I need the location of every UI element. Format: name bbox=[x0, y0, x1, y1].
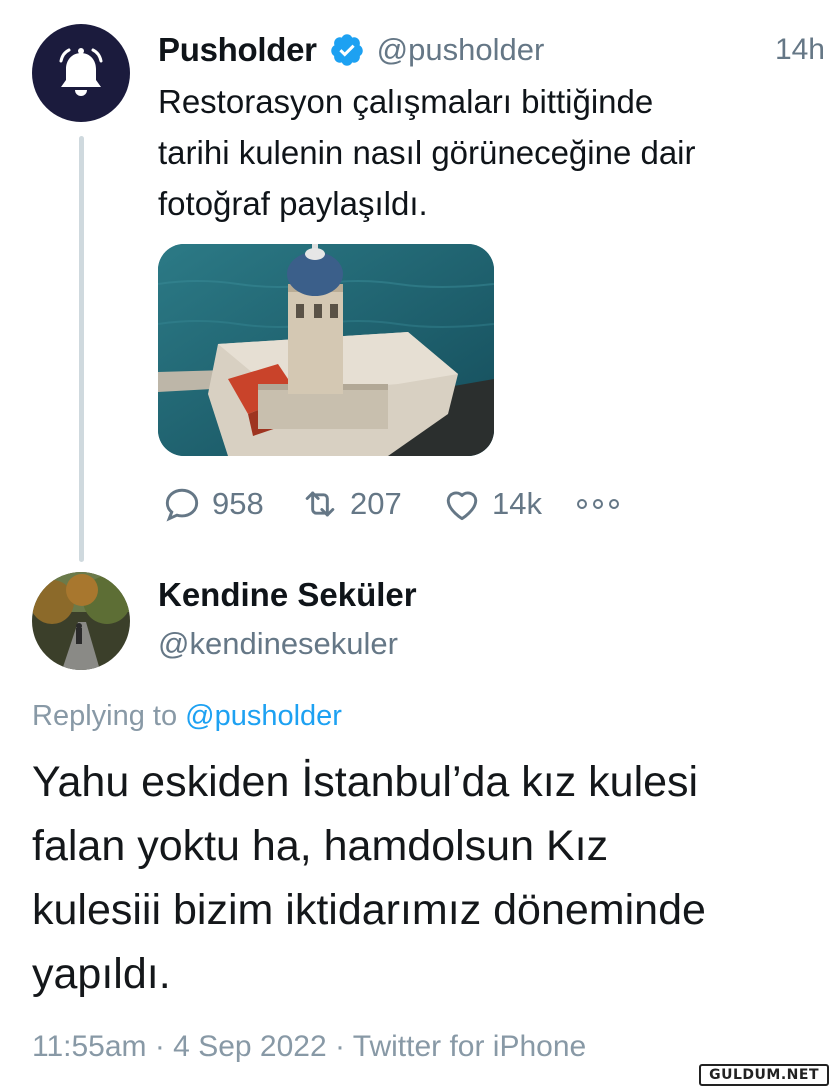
pusholder-avatar[interactable] bbox=[32, 24, 130, 122]
avatar-photo bbox=[32, 572, 130, 670]
like-icon bbox=[446, 491, 478, 521]
reply-display-name[interactable]: Kendine Seküler bbox=[158, 576, 417, 614]
reply-icon bbox=[165, 488, 199, 522]
tweet-actions: 958 207 14k bbox=[160, 482, 624, 526]
more-button[interactable] bbox=[574, 482, 624, 526]
replying-to-link[interactable]: @pusholder bbox=[185, 700, 342, 732]
thread-line bbox=[79, 136, 84, 562]
quoted-tweet-header: Pusholder @pusholder 14h bbox=[158, 28, 828, 72]
quoted-tweet-text: Restorasyon çalışmaları bittiğinde tarih… bbox=[158, 83, 696, 222]
reply-tweet-text: Yahu eskiden İstanbul’da kız kulesi fala… bbox=[32, 758, 706, 998]
quoted-timestamp[interactable]: 14h bbox=[775, 33, 825, 67]
retweet-button[interactable]: 207 bbox=[298, 482, 440, 526]
reply-button[interactable]: 958 bbox=[160, 482, 298, 526]
verified-badge-icon bbox=[330, 34, 363, 66]
tweet-photo[interactable] bbox=[158, 244, 494, 456]
replying-prefix: Replying to bbox=[32, 700, 178, 732]
replying-to-line: Replying to @pusholder bbox=[32, 700, 342, 733]
retweet-count: 207 bbox=[350, 486, 402, 521]
bell-icon bbox=[59, 48, 103, 96]
quoted-display-name[interactable]: Pusholder bbox=[158, 31, 317, 69]
quoted-handle[interactable]: @pusholder bbox=[377, 32, 545, 68]
like-count: 14k bbox=[492, 486, 542, 521]
reply-count: 958 bbox=[212, 486, 264, 521]
more-icon bbox=[577, 499, 619, 509]
kendinesekuler-avatar[interactable] bbox=[32, 572, 130, 670]
reply-handle[interactable]: @kendinesekuler bbox=[158, 626, 398, 662]
tweet-meta[interactable]: 11:55am · 4 Sep 2022 · Twitter for iPhon… bbox=[32, 1030, 586, 1064]
retweet-icon bbox=[305, 491, 335, 517]
maidens-tower-photo bbox=[158, 244, 494, 456]
watermark-logo: GULDUM.NET bbox=[699, 1064, 829, 1086]
like-button[interactable]: 14k bbox=[440, 482, 574, 526]
